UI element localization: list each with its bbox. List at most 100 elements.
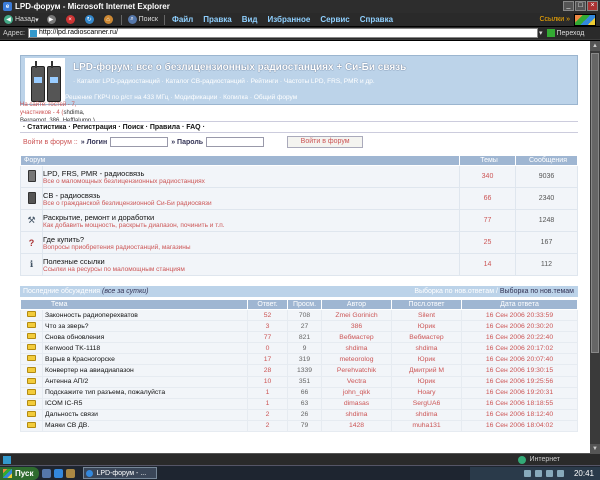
main-menu[interactable]: · Статистика · Регистрация · Поиск · Пра… <box>20 121 578 133</box>
topic-title[interactable]: Что за зверь? <box>42 320 248 333</box>
topics-header-views[interactable]: Просм. <box>287 299 322 310</box>
topic-row[interactable]: Kenwood TK-1118 0 9 shdima shdima 16 Сен 2006… <box>20 342 578 355</box>
topic-row[interactable]: Маяки СВ ДВ. 2 79 1428 muha131 16 Сен 2006 18… <box>20 419 578 433</box>
topic-row[interactable]: Что за зверь? 3 27 386 Юрик 16 Сен 2006 20:30… <box>20 320 578 333</box>
topic-title[interactable]: Подскажите тип разъема, пожалуйста <box>42 386 248 399</box>
menu-tools[interactable]: Сервис <box>315 15 354 24</box>
forum-title[interactable]: Раскрытие, ремонт и доработки <box>43 213 459 222</box>
stop-button[interactable]: × <box>62 14 81 26</box>
forward-button[interactable]: ▶ <box>43 14 62 26</box>
login-input[interactable] <box>110 137 169 147</box>
forum-row[interactable]: LPD, FRS, PMR - радиосвязь Все о маломощн… <box>20 165 578 188</box>
site-title[interactable]: LPD-форум: все о безлицензионных радиост… <box>73 62 406 73</box>
forum-row[interactable]: ⚒ Раскрытие, ремонт и доработки Как добав… <box>20 209 578 232</box>
topic-last-reply[interactable]: Юрик <box>391 320 462 333</box>
topic-row[interactable]: Конвертер на авиадиапазон 28 1339 Perehvatc… <box>20 364 578 377</box>
menu-edit[interactable]: Правка <box>198 15 236 24</box>
menu-view[interactable]: Вид <box>237 15 263 24</box>
topic-author[interactable]: shdima <box>321 408 392 421</box>
quicklaunch-desktop-icon[interactable] <box>42 468 52 478</box>
topic-author[interactable]: Perehvatchik <box>321 364 392 377</box>
topic-author[interactable]: 386 <box>321 320 392 333</box>
topic-title[interactable]: ICOM IC-R5 <box>42 397 248 410</box>
start-button[interactable]: Пуск <box>0 466 40 480</box>
topics-header-author[interactable]: Автор <box>321 299 392 310</box>
site-nav-primary[interactable]: · Каталог LPD-радиостанций · Каталог СВ-… <box>73 78 375 85</box>
topic-author[interactable]: shdima <box>321 342 392 355</box>
topic-title[interactable]: Законность радиоперехватов <box>42 308 248 322</box>
topic-title[interactable]: Дальность связи <box>42 408 248 421</box>
topic-author[interactable]: dimasas <box>321 397 392 410</box>
topic-last-reply[interactable]: Hoary <box>391 386 462 399</box>
topic-row[interactable]: Дальность связи 2 26 shdima shdima 16 Сен 200… <box>20 408 578 421</box>
tray-antivirus-icon[interactable] <box>545 470 553 477</box>
topic-author[interactable]: Vectra <box>321 375 392 388</box>
topics-header-topic[interactable]: Тема <box>20 299 248 310</box>
forum-title[interactable]: LPD, FRS, PMR - радиосвязь <box>43 169 459 178</box>
topic-title[interactable]: Антенна АП/2 <box>42 375 248 388</box>
sort-by-replies-link[interactable]: Выборка по нов.ответам / <box>414 288 498 295</box>
topic-last-reply[interactable]: Дмитрий М <box>391 364 462 377</box>
topic-last-reply[interactable]: muha131 <box>391 419 462 433</box>
tray-volume-icon[interactable] <box>534 470 542 477</box>
forum-row[interactable]: СВ - радиосвязь Все о гражданской безлице… <box>20 187 578 210</box>
topics-header-last-reply[interactable]: Посл.ответ <box>391 299 462 310</box>
ie-app-icon[interactable]: e <box>3 2 12 11</box>
topic-last-reply[interactable]: Юрик <box>391 353 462 366</box>
topic-last-reply[interactable]: Юрик <box>391 375 462 388</box>
forum-row[interactable]: ? Где купить? Вопросы приобретения радиос… <box>20 231 578 254</box>
address-dropdown-icon[interactable]: ▾ <box>539 29 543 37</box>
sort-by-topics-link[interactable]: Выборка по нов.темам <box>500 288 574 295</box>
topic-last-reply[interactable]: Вебмастер <box>391 331 462 344</box>
tray-language-icon[interactable] <box>556 470 564 477</box>
topic-title[interactable]: Маяки СВ ДВ. <box>42 419 248 433</box>
quicklaunch-ie-icon[interactable] <box>54 468 64 478</box>
quicklaunch-media-icon[interactable] <box>66 468 76 478</box>
topics-header-replies[interactable]: Ответ. <box>247 299 288 310</box>
forum-header-posts[interactable]: Сообщения <box>515 155 578 166</box>
links-button[interactable]: Ссылки » <box>540 16 571 23</box>
topic-row[interactable]: Взрыв в Красногорске 17 319 meteorolog Юрик 1… <box>20 353 578 366</box>
topic-author[interactable]: john_qkk <box>321 386 392 399</box>
topic-title[interactable]: Kenwood TK-1118 <box>42 342 248 355</box>
latest-period-link[interactable]: (все за сутки) <box>102 288 148 295</box>
topic-row[interactable]: ICOM IC-R5 1 63 dimasas SergUA6 16 Сен 2006 1… <box>20 397 578 410</box>
forum-title[interactable]: СВ - радиосвязь <box>43 191 459 200</box>
forum-header-forum[interactable]: Форум <box>20 155 460 166</box>
topic-last-reply[interactable]: SergUA6 <box>391 397 462 410</box>
forum-title[interactable]: Где купить? <box>43 235 459 244</box>
login-button[interactable]: Войти в форум <box>287 136 364 148</box>
forum-row[interactable]: ℹ Полезные ссылки Ссылки на ресурсы по ма… <box>20 253 578 276</box>
topic-author[interactable]: Zmei Gorinich <box>321 308 392 322</box>
scroll-down-arrow-icon[interactable]: ▼ <box>590 444 600 453</box>
vertical-scrollbar[interactable]: ▲ ▼ <box>590 41 600 453</box>
close-button[interactable]: × <box>587 1 598 11</box>
back-button[interactable]: ◀ Назад ▾ <box>0 14 43 26</box>
search-button[interactable]: ⌕ Поиск <box>124 14 162 26</box>
scroll-up-arrow-icon[interactable]: ▲ <box>590 41 600 51</box>
maximize-button[interactable]: □ <box>575 1 586 11</box>
tray-clock[interactable]: 20:41 <box>574 469 594 478</box>
minimize-button[interactable]: _ <box>563 1 574 11</box>
topic-row[interactable]: Антенна АП/2 10 351 Vectra Юрик 16 Сен 2006 1… <box>20 375 578 388</box>
topic-title[interactable]: Снова обновления <box>42 331 248 344</box>
refresh-button[interactable]: ↻ <box>81 14 100 26</box>
topics-header-date[interactable]: Дата ответа <box>461 299 578 310</box>
menu-favorites[interactable]: Избранное <box>263 15 316 24</box>
forum-header-topics[interactable]: Темы <box>459 155 516 166</box>
forum-title[interactable]: Полезные ссылки <box>43 257 459 266</box>
topic-author[interactable]: Вебмастер <box>321 331 392 344</box>
topic-last-reply[interactable]: Silent <box>391 308 462 322</box>
topic-last-reply[interactable]: shdima <box>391 408 462 421</box>
topic-row[interactable]: Законность радиоперехватов 52 708 Zmei Gori… <box>20 308 578 322</box>
menu-help[interactable]: Справка <box>355 15 398 24</box>
topic-title[interactable]: Взрыв в Красногорске <box>42 353 248 366</box>
topic-last-reply[interactable]: shdima <box>391 342 462 355</box>
scrollbar-thumb[interactable] <box>591 53 599 353</box>
site-nav-secondary[interactable]: · Решение ГКРЧ по р/ст на 433 МГц · Моди… <box>61 94 297 101</box>
address-input[interactable]: http://lpd.radioscanner.ru/ <box>27 28 538 38</box>
password-input[interactable] <box>206 137 265 147</box>
topic-title[interactable]: Конвертер на авиадиапазон <box>42 364 248 377</box>
taskbar-item-ie[interactable]: LPD-форум - ... <box>83 467 158 479</box>
topic-author[interactable]: meteorolog <box>321 353 392 366</box>
